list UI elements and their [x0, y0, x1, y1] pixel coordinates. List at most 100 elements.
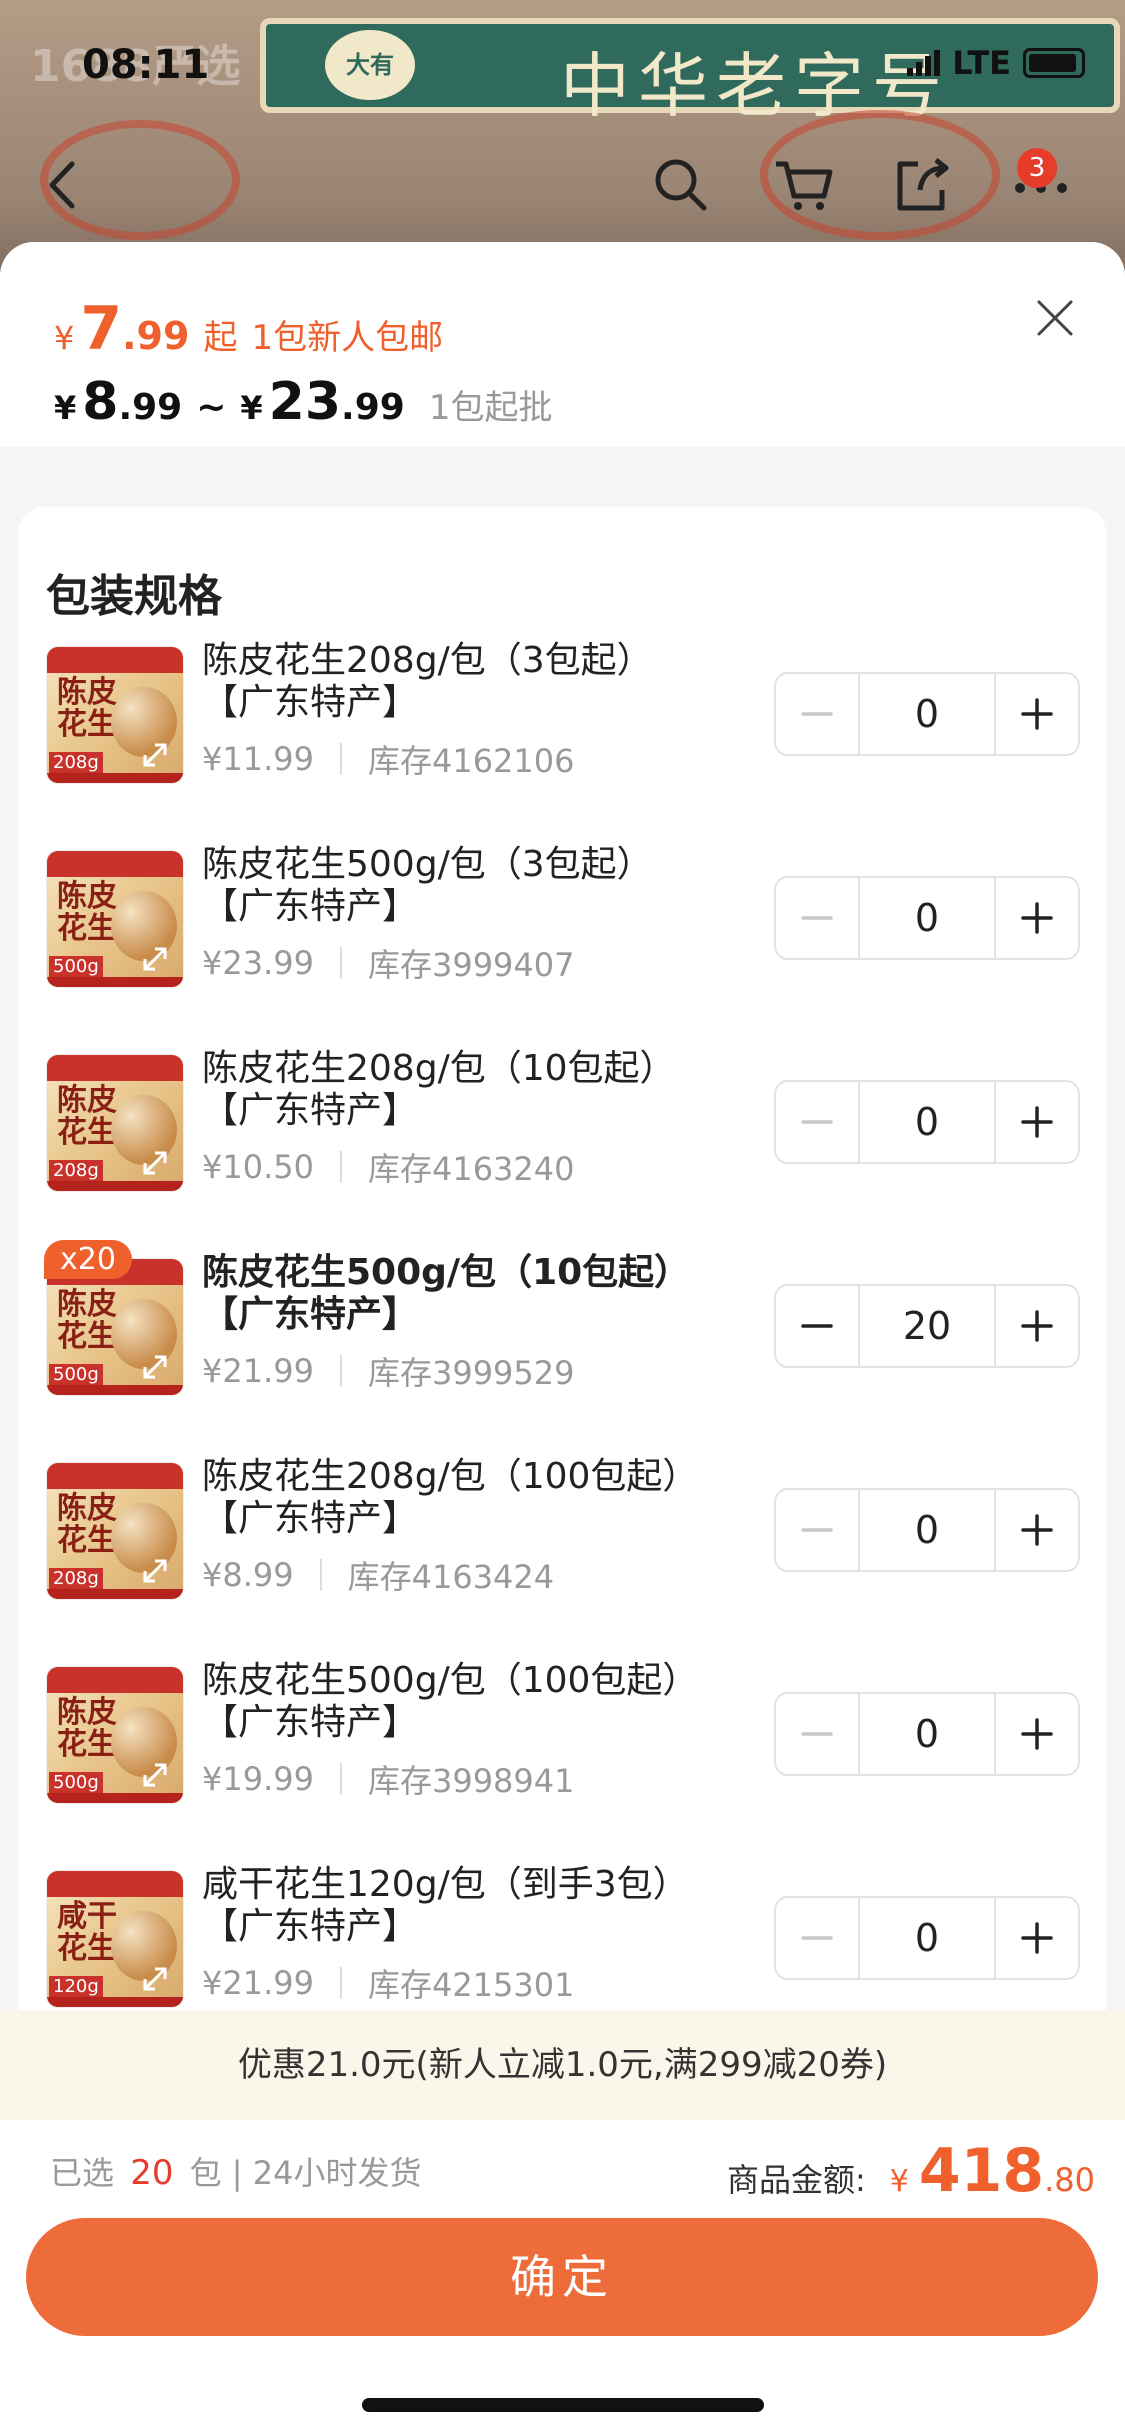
battery-icon [1023, 48, 1085, 78]
network-label: LTE [952, 44, 1011, 82]
close-icon[interactable] [1031, 294, 1079, 342]
increment-button[interactable] [996, 674, 1078, 754]
plus-icon [1021, 1310, 1053, 1342]
confirm-button[interactable]: 确定 [26, 2218, 1098, 2336]
spec-item: 陈皮花生 208g 陈皮花生208g/包（10包起） 【广东特产】 ¥10.50… [46, 1048, 1086, 1204]
expand-icon[interactable] [135, 735, 175, 775]
spec-stock: 库存4215301 [367, 1966, 575, 2004]
increment-button[interactable] [996, 1898, 1078, 1978]
minus-icon [801, 1936, 833, 1940]
spec-meta: ¥23.99 库存3999407 [202, 940, 575, 986]
spec-item: 陈皮花生 208g 陈皮花生208g/包（3包起） 【广东特产】 ¥11.99 … [46, 640, 1086, 796]
spec-item: 陈皮花生 500g 陈皮花生500g/包（3包起） 【广东特产】 ¥23.99 … [46, 844, 1086, 1000]
spec-name-line1: 陈皮花生500g/包（100包起） [202, 1660, 699, 1701]
cart-count-badge: 3 [1017, 148, 1057, 188]
thumb-weight: 500g [49, 956, 103, 977]
spec-price: ¥8.99 [202, 1556, 294, 1594]
selected-suffix: 包 | 24小时发货 [189, 2154, 422, 2192]
spec-name-line1: 陈皮花生208g/包（100包起） [202, 1456, 699, 1497]
quantity-stepper: 20 [774, 1284, 1080, 1368]
status-time: 08:11 [82, 42, 210, 88]
decrement-button[interactable] [776, 1898, 858, 1978]
plus-icon [1021, 1106, 1053, 1138]
quantity-value[interactable]: 20 [858, 1286, 996, 1366]
product-thumbnail[interactable]: 陈皮花生 500g [46, 1666, 184, 1804]
increment-button[interactable] [996, 1286, 1078, 1366]
quantity-value[interactable]: 0 [858, 674, 996, 754]
thumb-weight: 208g [49, 1160, 103, 1181]
spec-item: 咸干花生 120g 咸干花生120g/包（到手3包） 【广东特产】 ¥21.99… [46, 1864, 1086, 2020]
quantity-stepper: 0 [774, 1488, 1080, 1572]
expand-icon[interactable] [135, 1347, 175, 1387]
increment-button[interactable] [996, 1490, 1078, 1570]
decrement-button[interactable] [776, 674, 858, 754]
selected-prefix: 已选 [50, 2154, 115, 2192]
start-price-dec: .99 [122, 314, 190, 358]
discount-banner: 优惠21.0元(新人立减1.0元,满299减20券) [0, 2010, 1125, 2120]
amount-summary: 商品金额: ¥ 418 .80 [727, 2136, 1095, 2206]
range-low-dec: .99 [118, 387, 183, 428]
expand-icon[interactable] [135, 1755, 175, 1795]
spec-name-line1: 陈皮花生500g/包（10包起） [202, 1252, 691, 1293]
quantity-value[interactable]: 0 [858, 878, 996, 958]
price-range: ¥ 8 .99 ~ ¥ 23 .99 1包起批 [54, 372, 552, 432]
spec-stock: 库存4163240 [367, 1150, 575, 1188]
thumb-label: 陈皮花生 [57, 879, 117, 946]
decrement-button[interactable] [776, 1286, 858, 1366]
range-separator: ~ [196, 387, 227, 428]
quantity-value[interactable]: 0 [858, 1694, 996, 1774]
product-thumbnail[interactable]: 咸干花生 120g [46, 1870, 184, 2008]
meta-divider [339, 947, 342, 979]
quantity-stepper: 0 [774, 1080, 1080, 1164]
increment-button[interactable] [996, 878, 1078, 958]
quantity-stepper: 0 [774, 876, 1080, 960]
product-thumbnail[interactable]: 陈皮花生 208g [46, 1054, 184, 1192]
selected-summary: 已选 20 包 | 24小时发货 [50, 2148, 421, 2194]
plus-icon [1021, 1718, 1053, 1750]
spec-price: ¥10.50 [202, 1148, 314, 1186]
minus-icon [801, 916, 833, 920]
back-arrow-icon[interactable] [28, 150, 98, 220]
increment-button[interactable] [996, 1694, 1078, 1774]
product-thumbnail[interactable]: 陈皮花生 208g [46, 1462, 184, 1600]
expand-icon[interactable] [135, 1143, 175, 1183]
decrement-button[interactable] [776, 1490, 858, 1570]
product-thumbnail[interactable]: 陈皮花生 500g [46, 850, 184, 988]
spec-name-line2: 【广东特产】 [202, 1702, 419, 1743]
product-thumbnail[interactable]: 陈皮花生 208g [46, 646, 184, 784]
spec-name-line1: 陈皮花生208g/包（3包起） [202, 640, 653, 681]
minus-icon [801, 1732, 833, 1736]
expand-icon[interactable] [135, 1959, 175, 1999]
plus-icon [1021, 902, 1053, 934]
quantity-value[interactable]: 0 [858, 1898, 996, 1978]
thumb-label: 陈皮花生 [57, 1083, 117, 1150]
minus-icon [801, 1324, 833, 1328]
thumb-band [47, 1463, 183, 1489]
currency-symbol: ¥ [54, 319, 75, 357]
spec-name-line1: 陈皮花生500g/包（3包起） [202, 844, 653, 885]
cart-icon[interactable] [768, 150, 838, 220]
quantity-value[interactable]: 0 [858, 1490, 996, 1570]
decrement-button[interactable] [776, 1082, 858, 1162]
range-low-int: 8 [82, 372, 119, 432]
section-title: 包装规格 [46, 571, 222, 622]
amount-int: 418 [918, 2136, 1045, 2206]
meta-divider [339, 1763, 342, 1795]
amount-label: 商品金额: [726, 2161, 866, 2199]
spec-name: 陈皮花生500g/包（3包起） 【广东特产】 [202, 844, 762, 928]
decrement-button[interactable] [776, 878, 858, 958]
expand-icon[interactable] [135, 939, 175, 979]
signal-icon [907, 50, 941, 76]
share-icon[interactable] [886, 150, 956, 220]
new-user-free-shipping: 1包新人包邮 [251, 318, 444, 358]
meta-divider [339, 743, 342, 775]
spec-name: 陈皮花生208g/包（3包起） 【广东特产】 [202, 640, 762, 724]
spec-meta: ¥8.99 库存4163424 [202, 1552, 554, 1598]
expand-icon[interactable] [135, 1551, 175, 1591]
increment-button[interactable] [996, 1082, 1078, 1162]
quantity-value[interactable]: 0 [858, 1082, 996, 1162]
amount-dec: .80 [1044, 2161, 1095, 2199]
search-icon[interactable] [646, 150, 716, 220]
spec-price: ¥21.99 [202, 1964, 314, 2002]
decrement-button[interactable] [776, 1694, 858, 1774]
